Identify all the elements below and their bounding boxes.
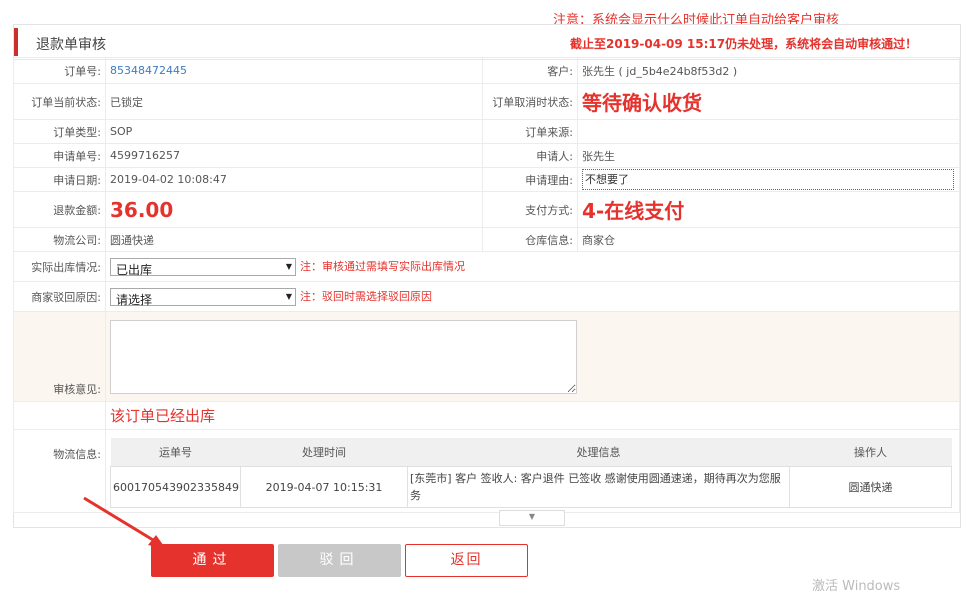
order-source-value [577, 119, 960, 144]
back-button[interactable]: 返回 [405, 544, 528, 577]
apply-no-value: 4599716257 [105, 143, 483, 168]
reject-reason-label: 商家驳回原因: [13, 281, 106, 312]
warehouse-label: 仓库信息: [482, 227, 578, 252]
order-no-label: 订单号: [13, 57, 106, 84]
operator-cell: 圆通快递 [789, 466, 952, 508]
warehouse-value: 商家仓 [577, 227, 960, 252]
apply-date-value: 2019-04-02 10:08:47 [105, 167, 483, 192]
refund-detail-form: 订单号: 85348472445 客户: 张先生 ( jd_5b4e24b8f5… [13, 57, 960, 513]
reject-reason-selected-value: 请选择 [116, 292, 153, 307]
logistics-header-operator: 操作人 [789, 438, 952, 467]
outbound-note: 注：审核通过需填写实际出库情况 [300, 259, 465, 273]
reject-button[interactable]: 驳回 [278, 544, 401, 577]
chevron-down-icon: ▼ [285, 291, 292, 301]
customer-label: 客户: [482, 57, 578, 84]
order-no-link[interactable]: 85348472445 [110, 64, 187, 77]
outbound-select[interactable]: 已出库 ▼ [110, 257, 296, 277]
chevron-down-icon: ▼ [528, 512, 536, 521]
refund-amount-value: 36.00 [110, 197, 174, 222]
chevron-down-icon: ▼ [285, 261, 292, 271]
logistics-header-waybill: 运单号 [110, 438, 241, 467]
expand-more-toggle[interactable]: ▼ [499, 510, 565, 526]
time-cell: 2019-04-07 10:15:31 [240, 466, 408, 508]
logistics-header-time: 处理时间 [240, 438, 408, 467]
apply-no-label: 申请单号: [13, 143, 106, 168]
logistics-company-label: 物流公司: [13, 227, 106, 252]
review-label: 审核意见: [13, 311, 106, 402]
outbound-label: 实际出库情况: [13, 251, 106, 282]
order-status-value: 已锁定 [105, 83, 483, 120]
cancel-status-value: 等待确认收货 [582, 91, 702, 115]
refund-amount-label: 退款金额: [13, 191, 106, 228]
logistics-header-info: 处理信息 [407, 438, 790, 467]
auto-approve-deadline: 截止至2019-04-09 15:17仍未处理，系统将会自动审核通过！ [570, 37, 918, 51]
order-type-label: 订单类型: [13, 119, 106, 144]
title-accent-bar [14, 28, 18, 56]
reason-label: 申请理由: [482, 167, 578, 192]
reason-value: 不想要了 [582, 169, 954, 190]
order-status-label: 订单当前状态: [13, 83, 106, 120]
table-row: 600170543902335849 2019-04-07 10:15:31 [… [110, 466, 952, 508]
info-cell: [东莞市] 客户 签收人: 客户退件 已签收 感谢使用圆通速递，期待再次为您服务 [407, 466, 790, 508]
windows-activation-watermark: 激活 Windows [812, 579, 901, 594]
customer-value: 张先生 ( jd_5b4e24b8f53d2 ) [577, 57, 960, 84]
logistics-company-value: 圆通快递 [105, 227, 483, 252]
shipped-notice: 该订单已经出库 [110, 407, 216, 425]
pay-method-label: 支付方式: [482, 191, 578, 228]
approve-button[interactable]: 通过 [151, 544, 274, 577]
applicant-value: 张先生 [577, 143, 960, 168]
review-textarea[interactable] [110, 319, 577, 394]
page-title: 退款单审核 [36, 37, 106, 53]
reject-reason-select[interactable]: 请选择 ▼ [110, 287, 296, 307]
reject-note: 注：驳回时需选择驳回原因 [300, 289, 432, 303]
outbound-selected-value: 已出库 [116, 262, 153, 277]
pay-method-value: 4-在线支付 [582, 199, 685, 223]
applicant-label: 申请人: [482, 143, 578, 168]
apply-date-label: 申请日期: [13, 167, 106, 192]
cancel-status-label: 订单取消时状态: [482, 83, 578, 120]
order-type-value: SOP [105, 119, 483, 144]
order-source-label: 订单来源: [482, 119, 578, 144]
logistics-table: 运单号 处理时间 处理信息 操作人 600170543902335849 201… [110, 438, 952, 508]
